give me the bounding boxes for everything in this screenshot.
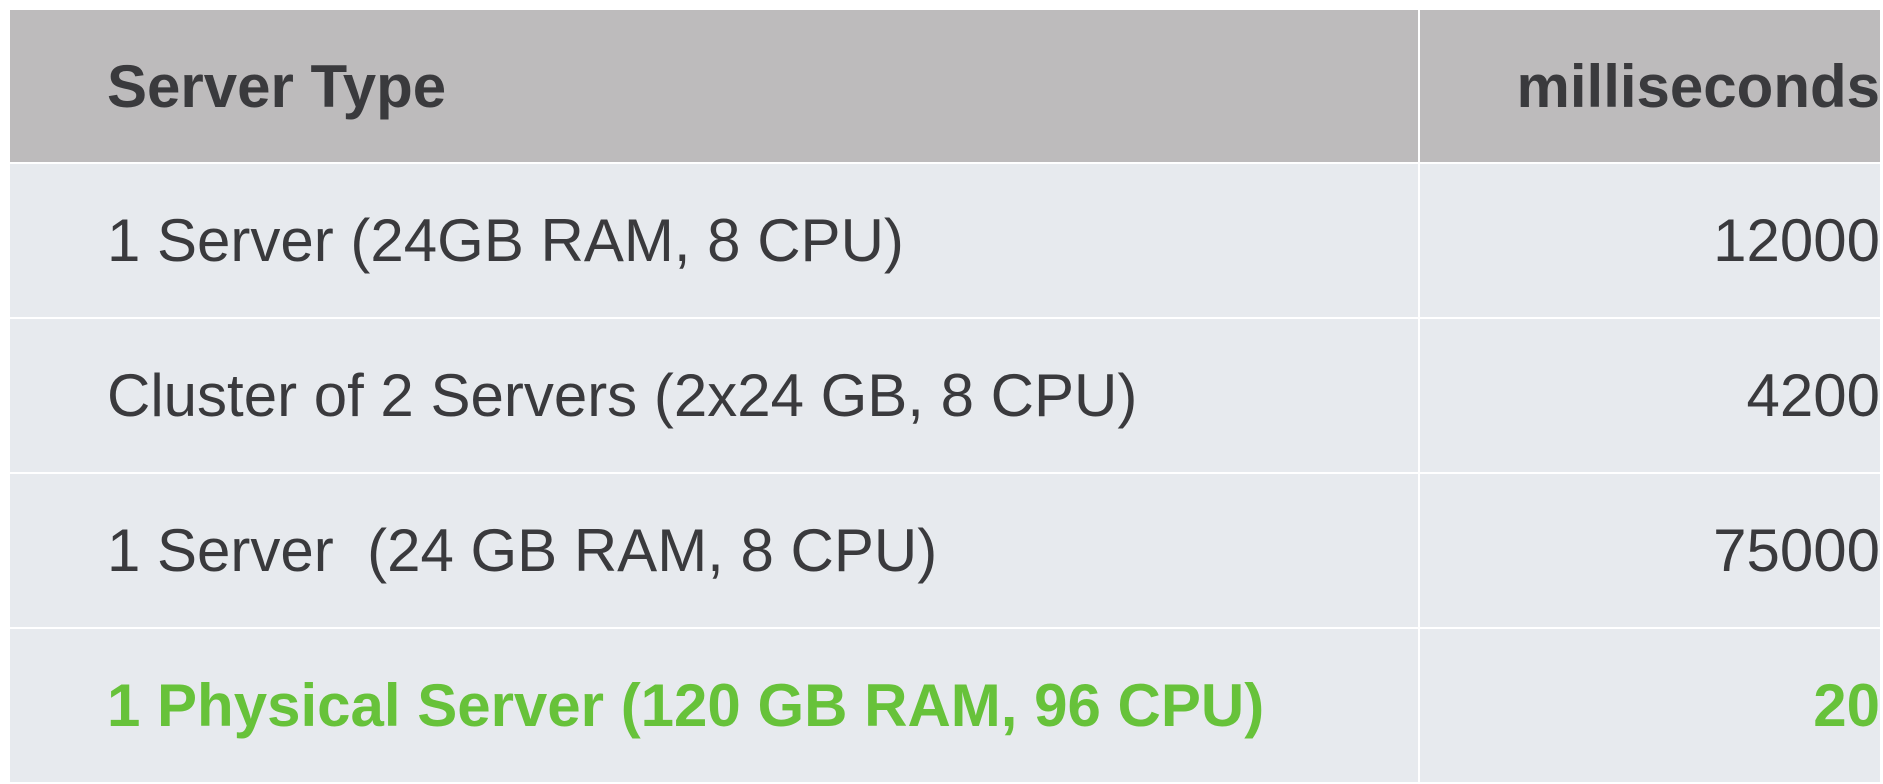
server-type-cell: 1 Server (24GB RAM, 8 CPU) <box>10 164 1418 317</box>
server-timing-table: Server Type milliseconds 1 Server (24GB … <box>10 10 1880 784</box>
milliseconds-cell: 4200 <box>1420 319 1880 472</box>
table-row: Cluster of 2 Servers (2x24 GB, 8 CPU) 42… <box>10 319 1880 472</box>
server-type-cell: Cluster of 2 Servers (2x24 GB, 8 CPU) <box>10 319 1418 472</box>
table-header-row: Server Type milliseconds <box>10 10 1880 162</box>
server-type-cell: 1 Server (24 GB RAM, 8 CPU) <box>10 474 1418 627</box>
server-type-cell: 1 Physical Server (120 GB RAM, 96 CPU) <box>10 629 1418 782</box>
milliseconds-cell: 20 <box>1420 629 1880 782</box>
milliseconds-cell: 75000 <box>1420 474 1880 627</box>
table-row: 1 Server (24 GB RAM, 8 CPU) 75000 <box>10 474 1880 627</box>
header-server-type: Server Type <box>10 10 1418 162</box>
table-row: 1 Server (24GB RAM, 8 CPU) 12000 <box>10 164 1880 317</box>
header-milliseconds: milliseconds <box>1420 10 1880 162</box>
table-row-highlighted: 1 Physical Server (120 GB RAM, 96 CPU) 2… <box>10 629 1880 782</box>
milliseconds-cell: 12000 <box>1420 164 1880 317</box>
